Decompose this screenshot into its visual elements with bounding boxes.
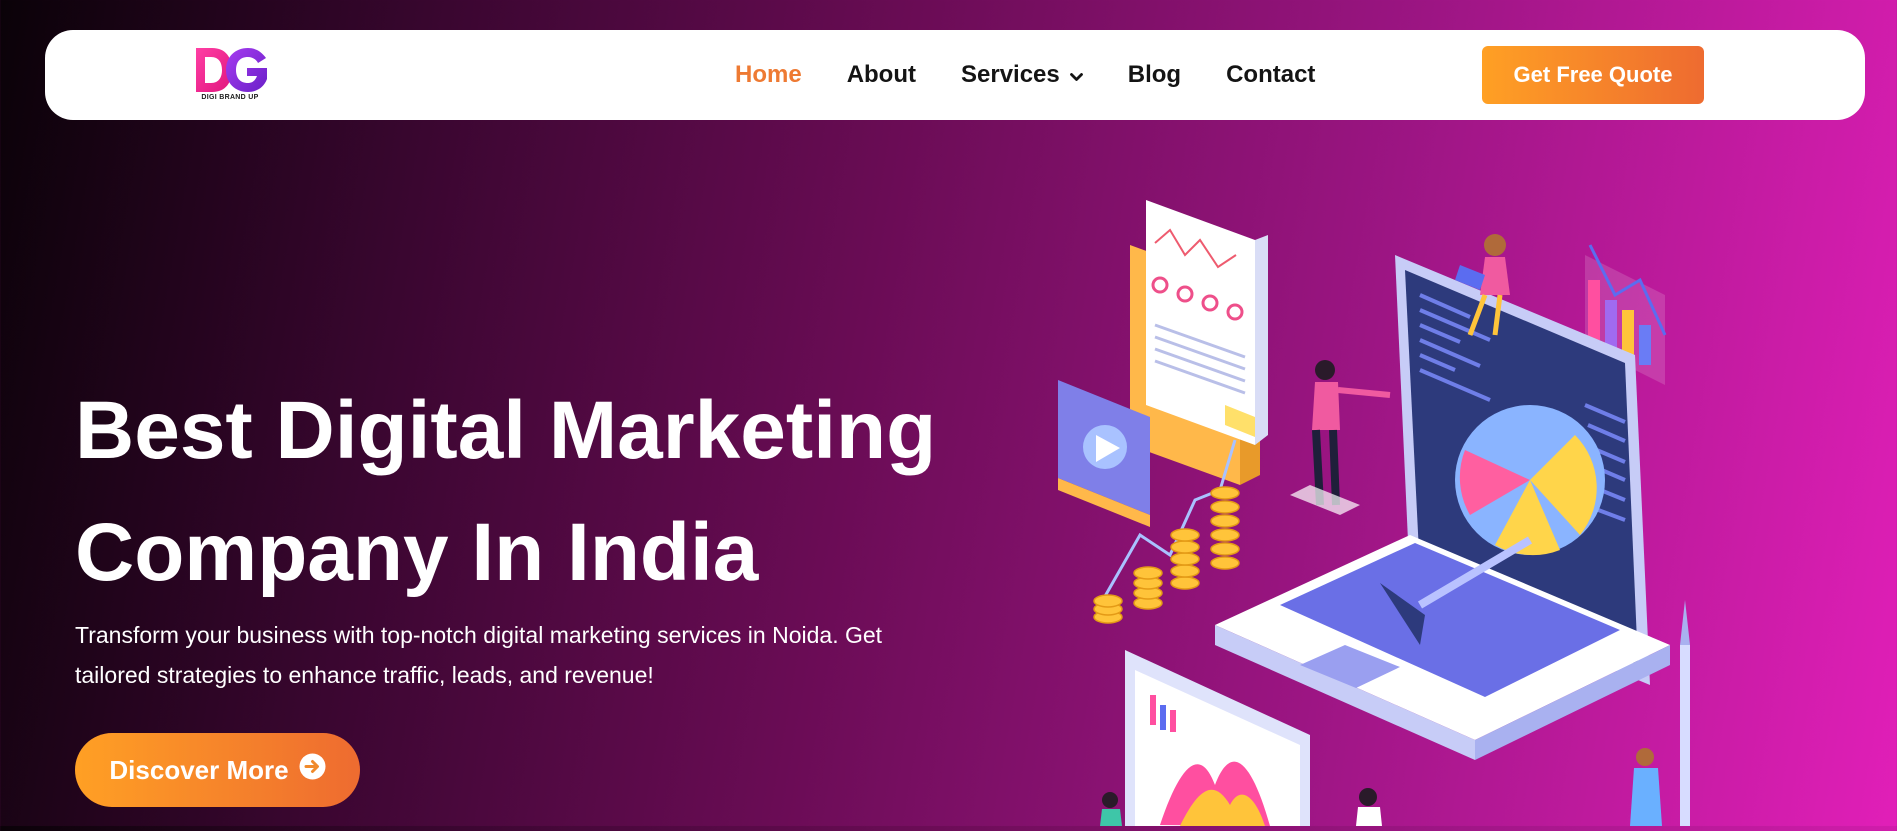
- hero-title: Best Digital Marketing Company In India: [75, 370, 975, 614]
- dashboard-card-illustration: [1125, 650, 1310, 826]
- nav-label-blog: Blog: [1127, 61, 1182, 88]
- logo-icon: [196, 48, 267, 92]
- nav-item-about[interactable]: About: [847, 61, 916, 89]
- navbar: DIGI BRAND UP Home About Services Blog C…: [45, 30, 1865, 120]
- pen-illustration: [1680, 645, 1690, 826]
- nav-label-contact: Contact: [1226, 61, 1316, 88]
- person-standing-illustration: [1290, 360, 1391, 515]
- logo-text: DIGI BRAND UP: [201, 94, 259, 101]
- nav-label-home: Home: [735, 61, 802, 88]
- report-document-illustration: [1130, 200, 1268, 485]
- hero-description: Transform your business with top-notch d…: [75, 622, 883, 688]
- nav-item-services[interactable]: Services: [961, 61, 1083, 89]
- nav-item-blog[interactable]: Blog: [1128, 61, 1181, 89]
- discover-more-label: Discover More: [109, 754, 289, 785]
- hero-title-line-2: Company In India: [75, 507, 759, 598]
- arrow-circle-right-icon: [299, 753, 326, 787]
- nav-label-about: About: [846, 61, 916, 88]
- hero-illustration: [1040, 185, 1760, 826]
- nav-item-contact[interactable]: Contact: [1226, 61, 1315, 89]
- nav-label-services: Services: [961, 61, 1060, 88]
- discover-more-button[interactable]: Discover More: [75, 733, 360, 807]
- main-nav: Home About Services Blog Contact: [735, 30, 1360, 120]
- chevron-down-icon: [1069, 61, 1083, 89]
- hero-title-line-1: Best Digital Marketing: [75, 385, 937, 476]
- logo[interactable]: DIGI BRAND UP: [190, 46, 270, 104]
- get-free-quote-button[interactable]: Get Free Quote: [1482, 46, 1704, 104]
- nav-item-home[interactable]: Home: [735, 61, 802, 89]
